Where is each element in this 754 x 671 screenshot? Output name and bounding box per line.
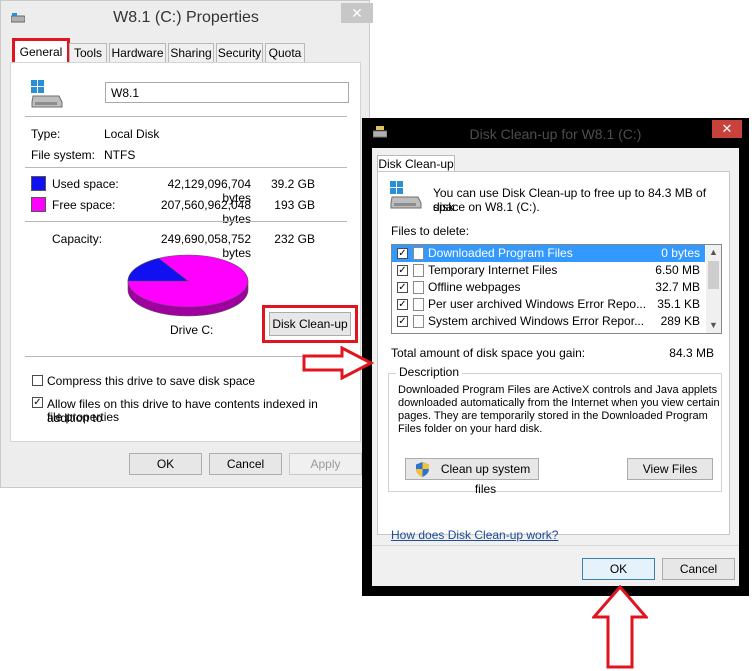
capacity-size: 232 GB xyxy=(274,232,315,246)
used-space-swatch xyxy=(31,176,46,191)
free-space-size: 193 GB xyxy=(274,198,315,212)
file-row[interactable]: ✓ Per user archived Windows Error Repo...… xyxy=(392,296,705,313)
tab-quota[interactable]: Quota xyxy=(265,43,305,62)
file-icon xyxy=(413,264,424,277)
total-gain-value: 84.3 MB xyxy=(669,346,714,360)
files-to-delete-label: Files to delete: xyxy=(391,224,470,238)
clean-up-system-files-button[interactable]: Clean up system files xyxy=(405,458,539,496)
description-line: Files folder on your hard disk. xyxy=(398,423,543,435)
file-size: 0 bytes xyxy=(661,246,700,260)
file-name: Offline webpages xyxy=(428,280,521,294)
properties-title: W8.1 (C:) Properties xyxy=(113,9,259,26)
file-icon xyxy=(413,315,424,328)
tab-sharing[interactable]: Sharing xyxy=(168,43,214,62)
properties-close-button[interactable]: ✕ xyxy=(341,3,373,23)
file-row[interactable]: ✓ Temporary Internet Files 6.50 MB xyxy=(392,262,705,279)
scroll-thumb[interactable] xyxy=(708,261,719,289)
divider xyxy=(25,221,347,222)
description-line: pages. They are temporarily stored in th… xyxy=(398,410,708,422)
used-space-size: 39.2 GB xyxy=(270,177,315,191)
divider xyxy=(25,116,347,117)
file-row[interactable]: ✓ Downloaded Program Files 0 bytes xyxy=(392,245,705,262)
type-value: Local Disk xyxy=(104,127,160,141)
disk-cleanup-window: Disk Clean-up for W8.1 (C:) ✕ Disk Clean… xyxy=(362,118,749,596)
capacity-label: Capacity: xyxy=(52,232,103,246)
file-size: 289 KB xyxy=(660,314,700,328)
properties-window: W8.1 (C:) Properties ✕ General Tools Har… xyxy=(0,0,373,488)
file-checkbox[interactable]: ✓ xyxy=(397,248,408,259)
drive-name-field[interactable]: W8.1 xyxy=(105,82,349,103)
used-space-label: Used space: xyxy=(52,177,119,191)
view-files-button[interactable]: View Files xyxy=(627,458,713,480)
file-system-label: File system: xyxy=(31,148,96,162)
description-line: downloaded automatically from the Intern… xyxy=(398,397,720,409)
divider xyxy=(372,545,739,546)
file-size: 6.50 MB xyxy=(655,263,700,277)
cleanup-close-button[interactable]: ✕ xyxy=(712,120,742,138)
disk-cleanup-highlight xyxy=(262,305,358,343)
file-name: Temporary Internet Files xyxy=(428,263,558,277)
file-checkbox[interactable]: ✓ xyxy=(397,316,408,327)
divider xyxy=(25,356,347,357)
divider xyxy=(25,167,347,168)
file-name: Downloaded Program Files xyxy=(428,246,573,260)
cleanup-body: Disk Clean-up You can use Disk Clean-up … xyxy=(372,148,739,586)
file-size: 35.1 KB xyxy=(657,297,700,311)
file-size: 32.7 MB xyxy=(655,280,700,294)
intro-line2: space on W8.1 (C:). xyxy=(433,200,540,214)
type-label: Type: xyxy=(31,127,61,141)
compress-checkbox[interactable] xyxy=(32,375,43,386)
tab-hardware[interactable]: Hardware xyxy=(109,43,166,62)
file-row[interactable]: ✓ System archived Windows Error Repor... 2… xyxy=(392,313,705,330)
file-system-value: NTFS xyxy=(104,148,136,162)
drive-icon xyxy=(31,80,63,108)
up-arrow-annotation xyxy=(592,585,648,669)
clean-up-system-files-label: Clean up system files xyxy=(440,462,531,496)
description-line: Downloaded Program Files are ActiveX con… xyxy=(398,384,718,396)
tab-security[interactable]: Security xyxy=(216,43,263,62)
tab-tools[interactable]: Tools xyxy=(69,43,107,62)
scroll-up-arrow-icon[interactable]: ▲ xyxy=(706,245,721,260)
total-gain-label: Total amount of disk space you gain: xyxy=(391,346,586,360)
general-panel: W8.1 Type: Local Disk File system: NTFS … xyxy=(10,62,361,442)
cleanup-title-bar[interactable]: Disk Clean-up for W8.1 (C:) ✕ xyxy=(362,118,749,148)
properties-cancel-button[interactable]: Cancel xyxy=(209,453,282,475)
file-icon xyxy=(413,247,424,260)
cleanup-cancel-button[interactable]: Cancel xyxy=(662,558,735,580)
file-icon xyxy=(413,298,424,311)
disk-usage-pie xyxy=(127,254,249,317)
cleanup-title: Disk Clean-up for W8.1 (C:) xyxy=(469,126,642,142)
files-list[interactable]: ✓ Downloaded Program Files 0 bytes ✓ Tempora… xyxy=(391,244,722,334)
file-checkbox[interactable]: ✓ xyxy=(397,299,408,310)
drive-icon xyxy=(390,181,422,209)
help-link[interactable]: How does Disk Clean-up work? xyxy=(391,528,558,542)
properties-ok-button[interactable]: OK xyxy=(129,453,202,475)
free-space-label: Free space: xyxy=(52,198,116,212)
compress-label: Compress this drive to save disk space xyxy=(47,374,256,388)
right-arrow-annotation xyxy=(302,346,374,380)
shield-icon xyxy=(416,462,429,477)
drive-caption: Drive C: xyxy=(170,323,214,337)
description-label: Description xyxy=(396,365,463,379)
file-icon xyxy=(413,281,424,294)
file-row[interactable]: ✓ Offline webpages 32.7 MB xyxy=(392,279,705,296)
scroll-down-arrow-icon[interactable]: ▼ xyxy=(706,318,721,333)
file-checkbox[interactable]: ✓ xyxy=(397,265,408,276)
general-tab-highlight xyxy=(12,38,70,65)
cleanup-panel: You can use Disk Clean-up to free up to … xyxy=(377,171,730,535)
files-scrollbar[interactable]: ▲ ▼ xyxy=(706,245,721,333)
index-label-line2: file properties xyxy=(47,410,120,424)
free-space-swatch xyxy=(31,197,46,212)
properties-apply-button: Apply xyxy=(289,453,362,475)
file-checkbox[interactable]: ✓ xyxy=(397,282,408,293)
properties-title-bar[interactable]: W8.1 (C:) Properties ✕ xyxy=(1,1,373,37)
cleanup-ok-button[interactable]: OK xyxy=(582,558,655,580)
index-checkbox[interactable]: ✓ xyxy=(32,397,43,408)
